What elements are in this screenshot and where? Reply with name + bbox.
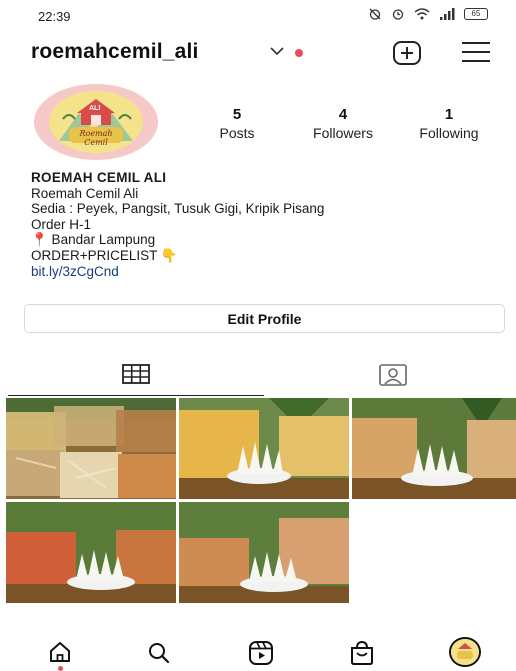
grid-icon [122, 364, 150, 384]
post-image [179, 398, 349, 499]
tab-posts-grid[interactable] [8, 360, 264, 396]
followers-label: Followers [313, 125, 373, 141]
followers-count: 4 [338, 106, 348, 123]
edit-profile-button[interactable]: Edit Profile [24, 304, 505, 333]
post-image [179, 502, 349, 603]
posts-label: Posts [219, 125, 255, 141]
reels-icon[interactable] [248, 640, 274, 666]
chevron-down-icon[interactable] [269, 46, 285, 56]
bio-line: Order H-1 [31, 216, 92, 232]
active-indicator [58, 666, 63, 671]
bio-link[interactable]: bit.ly/3zCgCnd [31, 264, 491, 280]
alarm-icon [392, 9, 404, 20]
bio-line: Sedia : Peyek, Pangsit, Tusuk Gigi, Krip… [31, 201, 325, 217]
following-count: 1 [444, 106, 454, 123]
post-thumbnail[interactable] [179, 398, 349, 499]
profile-header: roemahcemil_ali [0, 30, 516, 74]
wifi-icon [414, 8, 430, 20]
profile-tabs [0, 360, 516, 396]
bio-name: ROEMAH CEMIL ALI [31, 170, 167, 185]
avatar-logo: ALI Roemah Cemil [49, 91, 143, 153]
home-icon[interactable] [48, 640, 72, 664]
post-thumbnail[interactable] [6, 398, 176, 499]
posts-count: 5 [232, 106, 242, 123]
bio-line: Roemah Cemil Ali [31, 185, 139, 201]
post-thumbnail[interactable] [6, 502, 176, 603]
tab-tagged[interactable] [264, 360, 516, 396]
alarm-off-icon [369, 8, 381, 20]
post-thumbnail[interactable] [352, 398, 516, 499]
post-thumbnail[interactable] [179, 502, 349, 603]
post-image [6, 502, 176, 603]
stat-posts[interactable]: 5 Posts [208, 106, 266, 141]
bio: ROEMAH CEMIL ALI Roemah Cemil Ali Sedia … [31, 170, 491, 279]
stat-following[interactable]: 1 Following [404, 106, 494, 141]
battery-level: 65 [471, 9, 481, 18]
tagged-person-icon [379, 364, 407, 386]
status-icons: 65 [368, 7, 488, 21]
profile-avatar[interactable]: ALI Roemah Cemil [34, 84, 158, 160]
post-image [6, 398, 176, 499]
logo-text-top: ALI [89, 105, 101, 112]
shop-icon[interactable] [349, 640, 375, 666]
logo-text-script: Roemah Cemil [79, 129, 113, 147]
bio-line: 📍 Bandar Lampung [31, 232, 156, 248]
bottom-nav [0, 636, 516, 671]
status-time: 22:39 [38, 9, 71, 24]
bio-line: ORDER+PRICELIST 👇 [31, 247, 178, 263]
notification-dot [295, 49, 303, 57]
menu-icon[interactable] [460, 40, 492, 64]
username[interactable]: roemahcemil_ali [31, 40, 199, 64]
search-icon[interactable] [147, 641, 171, 665]
following-label: Following [419, 125, 479, 141]
post-image [352, 398, 516, 499]
profile-avatar-icon[interactable] [449, 637, 481, 667]
signal-icon [440, 8, 455, 20]
mini-logo [451, 639, 479, 665]
new-post-icon[interactable] [392, 40, 422, 66]
stat-followers[interactable]: 4 Followers [298, 106, 388, 141]
status-bar: 22:39 65 [0, 0, 516, 30]
battery-icon: 65 [464, 8, 488, 20]
